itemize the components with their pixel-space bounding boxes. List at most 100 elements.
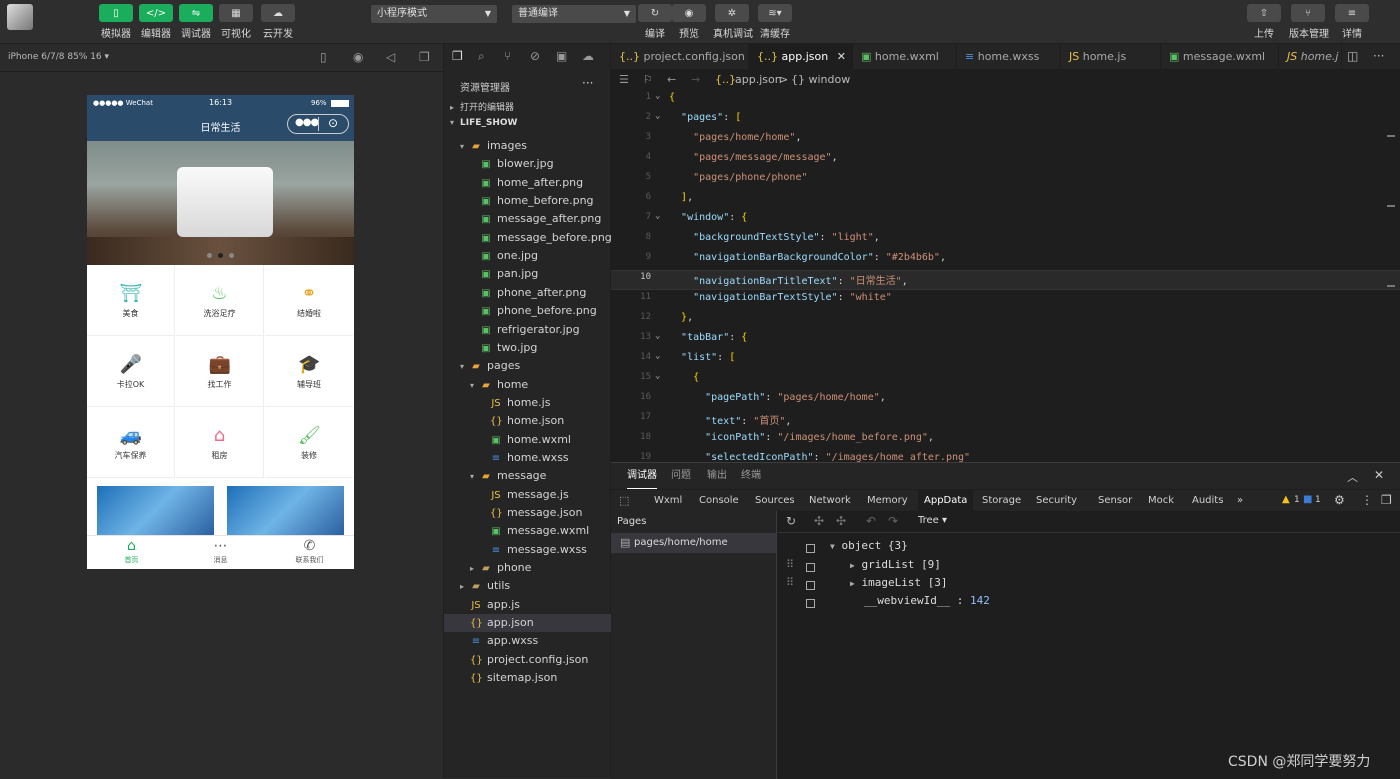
tree-item-refrigerator-jpg[interactable]: ▣ refrigerator.jpg xyxy=(444,321,611,339)
remote-debug-button[interactable]: ✲ 真机调试 xyxy=(713,4,753,40)
debugger-button[interactable]: ⇋ 调试器 xyxy=(177,4,215,40)
tree-item-message-after-png[interactable]: ▣ message_after.png xyxy=(444,210,611,228)
tree-item-home-json[interactable]: {} home.json xyxy=(444,412,611,430)
tree-item-phone[interactable]: ▸ ▰ phone xyxy=(444,559,611,577)
phone-icon[interactable]: ▯ xyxy=(320,50,327,64)
extensions-icon[interactable]: ▣ xyxy=(556,49,567,63)
open-editors-section[interactable]: ▸ 打开的编辑器 xyxy=(450,100,514,113)
details-button[interactable]: ≡ 详情 xyxy=(1333,4,1371,40)
list-icon[interactable]: ☰ xyxy=(619,70,629,90)
bookmark-icon[interactable]: ⚐ xyxy=(643,70,653,90)
drag-handle-icon[interactable]: ⠿ xyxy=(786,558,794,571)
tab-problems[interactable]: 问题 xyxy=(671,463,691,489)
tree-row-imagelist[interactable]: ▶ imageList [3] xyxy=(850,576,948,589)
tab-wxml[interactable]: Wxml xyxy=(654,490,682,512)
info-icon[interactable]: ■ xyxy=(1303,494,1312,505)
tree-item-two-jpg[interactable]: ▣ two.jpg xyxy=(444,339,611,357)
grid-item-decoration[interactable]: 🖌 装修 xyxy=(265,407,353,478)
tree-item-blower-jpg[interactable]: ▣ blower.jpg xyxy=(444,155,611,173)
user-avatar[interactable] xyxy=(7,4,33,30)
editor-button[interactable]: </> 编辑器 xyxy=(137,4,175,40)
tree-item-images[interactable]: ▾ ▰ images xyxy=(444,137,611,155)
tree-item-pan-jpg[interactable]: ▣ pan.jpg xyxy=(444,265,611,283)
tree-checkbox[interactable] xyxy=(806,596,815,609)
tab-sources[interactable]: Sources xyxy=(755,490,795,512)
tree-row-object[interactable]: ▼ object {3} xyxy=(830,539,908,552)
tab-mock[interactable]: Mock xyxy=(1148,490,1174,512)
tab-console[interactable]: Console xyxy=(699,490,739,512)
tree-item-message-before-png[interactable]: ▣ message_before.png xyxy=(444,229,612,247)
dock-icon[interactable]: ❐ xyxy=(1381,493,1392,507)
grid-item-karaoke[interactable]: 🎤 卡拉OK xyxy=(87,336,175,407)
tree-item-message-wxss[interactable]: ≡ message.wxss xyxy=(444,541,611,559)
volume-icon[interactable]: ◁ xyxy=(386,50,395,64)
compile-select[interactable]: 普通编译 ▼ xyxy=(512,5,636,23)
fold-chevron-icon[interactable]: ⌄ xyxy=(655,331,660,341)
tab-storage[interactable]: Storage xyxy=(982,490,1021,512)
fold-chevron-icon[interactable]: ⌄ xyxy=(655,111,660,121)
undo-icon[interactable]: ↶ xyxy=(866,514,876,528)
grid-item-tutoring[interactable]: 🎓 辅导班 xyxy=(265,336,353,407)
tab-memory[interactable]: Memory xyxy=(867,490,908,512)
cloud-button[interactable]: ☁ 云开发 xyxy=(259,4,297,40)
tab-contact[interactable]: ✆ 联系我们 xyxy=(265,538,354,565)
tree-checkbox[interactable] xyxy=(806,578,815,591)
tree-item-home-before-png[interactable]: ▣ home_before.png xyxy=(444,192,611,210)
tab-network[interactable]: Network xyxy=(809,490,851,512)
grid-item-wedding[interactable]: ⚭ 结婚啦 xyxy=(265,265,353,336)
more-icon[interactable]: ●●● xyxy=(295,117,319,128)
capsule-button[interactable]: ●●● ⊙ xyxy=(287,114,349,134)
simulator-button[interactable]: ▯ 模拟器 xyxy=(97,4,135,40)
pages-item[interactable]: ▤ pages/home/home xyxy=(611,533,776,553)
compile-button[interactable]: ↻ 编译 xyxy=(636,4,674,40)
version-button[interactable]: ⑂ 版本管理 xyxy=(1289,4,1329,40)
tree-row-webviewid[interactable]: __webviewId__ : 142 xyxy=(864,594,990,607)
tree-item-home[interactable]: ▾ ▰ home xyxy=(444,376,611,394)
more-icon[interactable]: ··· xyxy=(1373,49,1384,63)
tree-item-app-wxss[interactable]: ≡ app.wxss xyxy=(444,632,611,650)
tree-item-message-json[interactable]: {} message.json xyxy=(444,504,611,522)
fold-chevron-icon[interactable]: ⌄ xyxy=(655,371,660,381)
close-icon[interactable]: ✕ xyxy=(1374,468,1384,482)
tab-home-js[interactable]: JS home.js xyxy=(1061,44,1161,70)
forward-icon[interactable]: → xyxy=(691,70,700,90)
tab-terminal[interactable]: 终端 xyxy=(741,463,761,489)
tab-home-wxss[interactable]: ≡ home.wxss xyxy=(957,44,1061,70)
cloud-icon[interactable]: ☁ xyxy=(582,49,594,63)
redo-icon[interactable]: ↷ xyxy=(888,514,898,528)
expand-icon[interactable]: ✣ xyxy=(814,514,824,528)
kebab-icon[interactable]: ⋮ xyxy=(1361,493,1373,507)
tree-item-message[interactable]: ▾ ▰ message xyxy=(444,467,611,485)
more-tabs-icon[interactable]: » xyxy=(1237,490,1243,512)
view-mode-select[interactable]: Tree ▾ xyxy=(918,515,947,526)
tab-debugger[interactable]: 调试器 xyxy=(627,463,657,489)
tree-item-project-config-json[interactable]: {} project.config.json xyxy=(444,651,611,669)
tree-item-home-js[interactable]: JS home.js xyxy=(444,394,611,412)
tab-sensor[interactable]: Sensor xyxy=(1098,490,1132,512)
code-editor[interactable]: 1 ⌄ {2 ⌄ "pages": [3 "pages/home/home", 4 "p… xyxy=(611,90,1400,462)
tab-output[interactable]: 输出 xyxy=(707,463,727,489)
tree-item-home-after-png[interactable]: ▣ home_after.png xyxy=(444,174,611,192)
tree-item-home-wxss[interactable]: ≡ home.wxss xyxy=(444,449,611,467)
window-icon[interactable]: ❐ xyxy=(419,50,430,64)
tree-item-message-wxml[interactable]: ▣ message.wxml xyxy=(444,522,611,540)
tree-item-pages[interactable]: ▾ ▰ pages xyxy=(444,357,611,375)
more-icon[interactable]: ··· xyxy=(582,76,593,90)
tab-appdata[interactable]: AppData xyxy=(918,490,974,512)
debug-icon[interactable]: ⊘ xyxy=(530,49,540,63)
collapse-icon[interactable]: ✣ xyxy=(836,514,846,528)
gear-icon[interactable]: ⚙ xyxy=(1334,493,1345,507)
device-select[interactable]: iPhone 6/7/8 85% 16 ▾ xyxy=(8,52,109,62)
grid-item-rent[interactable]: ⌂ 租房 xyxy=(176,407,264,478)
breadcrumb-file[interactable]: app.json xyxy=(735,70,782,90)
close-circle-icon[interactable]: ⊙ xyxy=(328,116,338,130)
search-icon[interactable]: ⌕ xyxy=(478,49,485,64)
tab-home[interactable]: ⌂ 首页 xyxy=(87,538,176,565)
tree-checkbox[interactable] xyxy=(806,541,815,554)
tree-item-home-wxml[interactable]: ▣ home.wxml xyxy=(444,431,611,449)
tab-home-wxml[interactable]: ▣ home.wxml xyxy=(853,44,957,70)
fold-chevron-icon[interactable]: ⌄ xyxy=(655,91,660,101)
fold-chevron-icon[interactable]: ⌄ xyxy=(655,351,660,361)
git-icon[interactable]: ⑂ xyxy=(504,49,511,63)
mode-select[interactable]: 小程序模式 ▼ xyxy=(371,5,497,23)
